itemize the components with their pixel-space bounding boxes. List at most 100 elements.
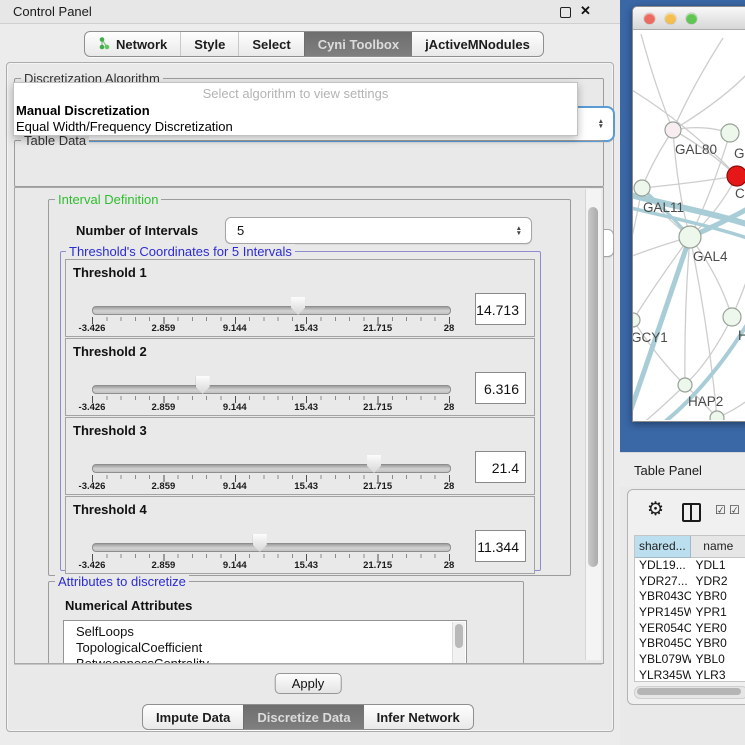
attributes-group: Attributes to discretize Numerical Attri…: [48, 581, 524, 664]
attribute-item[interactable]: BetweennessCentrality: [76, 656, 466, 664]
network-node-label: GAL80: [675, 142, 717, 157]
algorithm-dropdown-popup: Select algorithm to view settings Manual…: [13, 82, 578, 136]
table-row[interactable]: YDL19...YDL1: [635, 558, 745, 574]
network-node-b[interactable]: [710, 411, 724, 420]
combo-stepper-icon: ▲▼: [598, 119, 604, 129]
table-row[interactable]: YLR345WYLR3: [635, 668, 745, 682]
network-edge[interactable]: [673, 70, 745, 130]
threshold-value-field[interactable]: 21.4: [475, 451, 526, 483]
network-edge[interactable]: [690, 237, 717, 418]
node-table[interactable]: shared...name YDL19...YDL1YDR27...YDR2YB…: [634, 535, 745, 682]
slider-track[interactable]: [92, 306, 451, 315]
attribute-item[interactable]: TopologicalCoefficient: [76, 640, 466, 656]
attributes-scrollbar[interactable]: [452, 622, 465, 664]
network-edge[interactable]: [633, 385, 685, 420]
control-panel-titlebar: Control Panel ✕: [0, 0, 620, 24]
network-node-label: GAL4: [693, 249, 728, 264]
table-cell: YBL0: [691, 652, 745, 668]
network-node-h[interactable]: [723, 308, 741, 326]
threshold-value-field[interactable]: 6.316: [475, 372, 526, 404]
attribute-item[interactable]: SelfLoops: [76, 624, 466, 640]
gear-icon[interactable]: ⚙: [647, 498, 664, 521]
slider-tick-label: 15.43: [294, 481, 318, 492]
network-canvas[interactable]: GAL80GCGAL11GAL4GCY1HHAP2: [633, 30, 745, 420]
slider-tick-label: 2.859: [152, 402, 176, 413]
tab-select[interactable]: Select: [238, 32, 303, 56]
table-panel-toolbar: ⚙ ☑ ☑: [628, 490, 745, 534]
checkbox-icon[interactable]: ☑: [715, 503, 726, 517]
network-node-hap2[interactable]: [678, 378, 692, 392]
network-edge[interactable]: [642, 130, 673, 188]
network-node-gal80[interactable]: [665, 122, 681, 138]
slider-track[interactable]: [92, 543, 451, 552]
table-row[interactable]: YDR27...YDR2: [635, 574, 745, 590]
combo-stepper-icon: ▲▼: [516, 226, 522, 236]
apply-button[interactable]: Apply: [275, 673, 342, 694]
table-cell: YDL1: [691, 558, 745, 574]
network-graph: GAL80GCGAL11GAL4GCY1HHAP2: [633, 30, 745, 420]
tab-network[interactable]: Network: [85, 32, 180, 56]
column-header-1[interactable]: shared...: [635, 536, 691, 558]
number-of-intervals-combobox[interactable]: 5 ▲▼: [225, 217, 532, 244]
network-node-label: GCY1: [633, 330, 668, 345]
slider-tick-label: -3.426: [79, 481, 106, 492]
network-node-label: GAL11: [643, 200, 684, 215]
table-scrollbar-thumb[interactable]: [637, 688, 741, 695]
settings-scroll-pane: Interval Definition Number of Intervals …: [14, 187, 604, 664]
numerical-attributes-list[interactable]: SelfLoopsTopologicalCoefficientBetweenne…: [63, 620, 467, 664]
table-row[interactable]: YPR145WYPR1: [635, 605, 745, 621]
slider-tick-label: 21.715: [363, 560, 392, 571]
table-panel: ⚙ ☑ ☑ shared...name YDL19...YDL1YDR27...…: [627, 489, 745, 705]
minimize-traffic-light-icon[interactable]: [665, 13, 676, 24]
bottom-tab-infer-network[interactable]: Infer Network: [364, 705, 473, 729]
float-icon[interactable]: [560, 7, 571, 18]
network-node-gcy1[interactable]: [633, 313, 640, 327]
top-tab-bar: NetworkStyleSelectCyni ToolboxjActiveMNo…: [84, 31, 544, 57]
columns-icon[interactable]: [682, 503, 701, 522]
table-row[interactable]: YBR045CYBR0: [635, 636, 745, 652]
close-traffic-light-icon[interactable]: [644, 13, 655, 24]
vertical-scrollbar[interactable]: [585, 189, 601, 660]
slider-track[interactable]: [92, 464, 451, 473]
bottom-tab-discretize-data[interactable]: Discretize Data: [243, 705, 363, 729]
threshold-value-field[interactable]: 14.713: [475, 293, 526, 325]
tab-jactivemnodules[interactable]: jActiveMNodules: [412, 32, 543, 56]
table-row[interactable]: YBR043CYBR0: [635, 589, 745, 605]
threshold-label: Threshold 2: [73, 344, 147, 359]
dropdown-item[interactable]: Equal Width/Frequency Discretization: [14, 119, 577, 135]
tab-style[interactable]: Style: [180, 32, 238, 56]
table-horizontal-scrollbar[interactable]: [634, 686, 745, 699]
checkbox-icon[interactable]: ☑: [729, 503, 740, 517]
slider-tick-label: 28: [444, 323, 455, 334]
slider-tick-label: 28: [444, 481, 455, 492]
threshold-value-field[interactable]: 11.344: [475, 530, 526, 562]
network-node-gal11[interactable]: [634, 180, 650, 196]
network-edge[interactable]: [685, 237, 690, 385]
zoom-traffic-light-icon[interactable]: [686, 13, 697, 24]
network-window: GAL80GCGAL11GAL4GCY1HHAP2: [632, 6, 745, 422]
network-edge[interactable]: [642, 176, 737, 188]
table-row[interactable]: YER054CYER0: [635, 621, 745, 637]
network-edge[interactable]: [633, 237, 690, 320]
threshold-label: Threshold 1: [73, 265, 147, 280]
network-node-g[interactable]: [721, 124, 739, 142]
network-node-red[interactable]: [727, 166, 745, 186]
close-icon[interactable]: ✕: [580, 3, 591, 19]
control-panel: Control Panel ✕ NetworkStyleSelectCyni T…: [0, 0, 620, 745]
bottom-tab-impute-data[interactable]: Impute Data: [143, 705, 243, 729]
dropdown-item[interactable]: Manual Discretization: [14, 103, 577, 119]
bottom-tab-label: Discretize Data: [257, 710, 350, 725]
vertical-scrollbar-thumb[interactable]: [588, 207, 598, 567]
network-node-gal4[interactable]: [679, 226, 701, 248]
table-row[interactable]: YBL079WYBL0: [635, 652, 745, 668]
column-header-2[interactable]: name: [691, 536, 745, 558]
table-cell: YBR045C: [635, 636, 691, 652]
tab-cyni-toolbox[interactable]: Cyni Toolbox: [304, 32, 412, 56]
network-edge[interactable]: [673, 38, 723, 130]
thresholds-group-title: Threshold's Coordinates for 5 Intervals: [66, 244, 295, 259]
network-thick-edge[interactable]: [633, 237, 690, 420]
threshold-3-box: Threshold 3-3.4262.8599.14415.4321.71528…: [65, 417, 535, 495]
attributes-scrollbar-thumb[interactable]: [455, 624, 463, 648]
network-edge[interactable]: [685, 317, 732, 385]
slider-track[interactable]: [92, 385, 451, 394]
